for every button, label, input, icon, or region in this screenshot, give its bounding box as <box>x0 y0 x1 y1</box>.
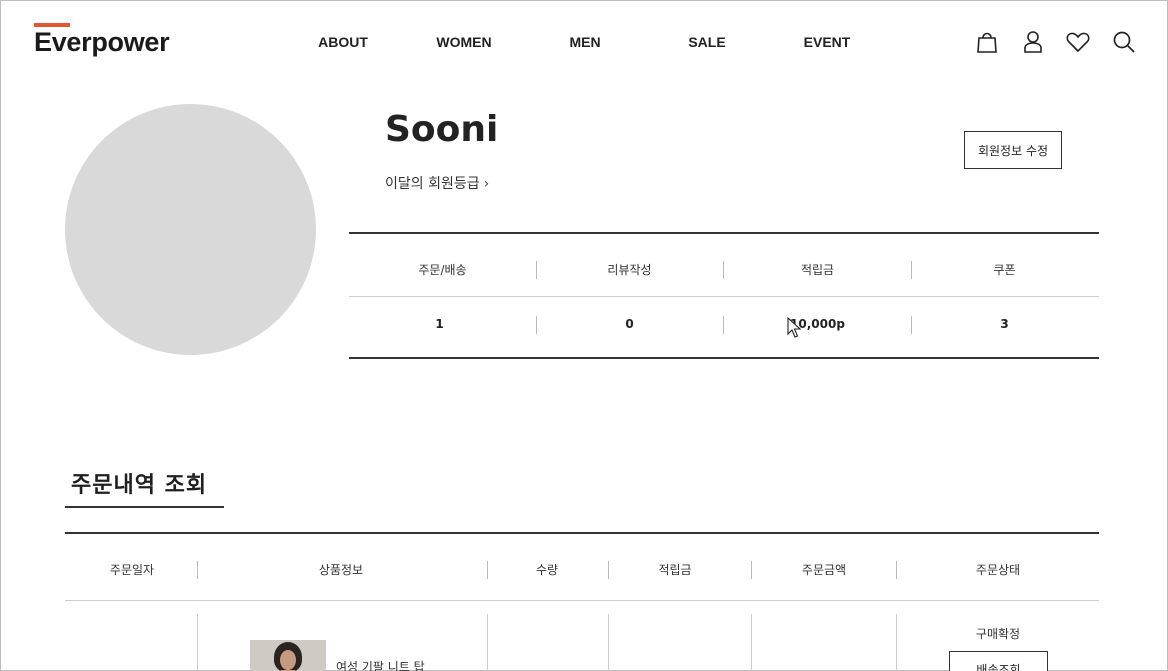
chevron-right-icon: › <box>483 176 490 192</box>
site-logo[interactable]: Everpower <box>34 27 170 58</box>
nav-item-women[interactable]: WOMEN <box>436 34 491 50</box>
member-summary-table: 주문/배송 리뷰작성 적립금 쿠폰 1 0 10,000p 3 <box>349 232 1099 359</box>
summary-header-separator <box>911 261 912 279</box>
summary-value-separator <box>911 316 912 334</box>
summary-value-points[interactable]: 10,000p <box>724 317 911 331</box>
profile-avatar <box>65 104 316 355</box>
order-header-separator <box>608 561 609 579</box>
summary-header-separator <box>536 261 537 279</box>
product-thumbnail[interactable] <box>250 640 326 671</box>
site-header: Everpower ABOUT WOMEN MEN SALE EVENT <box>1 1 1167 83</box>
member-grade-link[interactable]: 이달의 회원등급 › <box>385 173 489 193</box>
nav-item-sale[interactable]: SALE <box>688 34 725 50</box>
thumbnail-face <box>280 650 296 670</box>
user-icon[interactable] <box>1020 29 1046 55</box>
summary-value-coupons[interactable]: 3 <box>911 317 1098 331</box>
order-cell-divider <box>487 614 488 671</box>
order-header-separator <box>751 561 752 579</box>
order-header-product: 상품정보 <box>318 563 364 577</box>
order-header-quantity: 수량 <box>535 563 559 577</box>
nav-item-event[interactable]: EVENT <box>804 34 851 50</box>
order-history-table: 주문일자 상품정보 수량 적립금 주문금액 주문상태 여성 기팔 니트 탑 구매… <box>65 532 1099 671</box>
summary-value-reviews[interactable]: 0 <box>536 317 723 331</box>
order-table-header-row: 주문일자 상품정보 수량 적립금 주문금액 주문상태 <box>65 534 1099 601</box>
order-header-amount: 주문금액 <box>801 563 847 577</box>
summary-value-separator <box>536 316 537 334</box>
order-history-title-underline <box>65 506 224 508</box>
search-icon[interactable] <box>1111 29 1137 55</box>
heart-icon[interactable] <box>1065 29 1091 55</box>
profile-username: Sooni <box>385 109 499 150</box>
order-cell-divider <box>608 614 609 671</box>
summary-header-reviews: 리뷰작성 <box>607 263 652 277</box>
order-header-points: 적립금 <box>658 563 692 577</box>
order-cell-divider <box>896 614 897 671</box>
summary-header-points: 적립금 <box>800 263 835 277</box>
track-delivery-button[interactable]: 배송조회 <box>949 651 1048 671</box>
order-header-separator <box>896 561 897 579</box>
mouse-cursor-icon <box>787 317 801 338</box>
summary-value-orders[interactable]: 1 <box>346 317 533 331</box>
order-header-separator <box>197 561 198 579</box>
summary-header-orders: 주문/배송 <box>418 263 467 277</box>
edit-profile-button[interactable]: 회원정보 수정 <box>964 131 1062 169</box>
summary-value-separator <box>723 316 724 334</box>
summary-header-coupons: 쿠폰 <box>993 263 1016 277</box>
order-header-separator <box>487 561 488 579</box>
order-cell-divider <box>751 614 752 671</box>
order-history-title: 주문내역 조회 <box>71 473 208 498</box>
member-grade-label: 이달의 회원등급 <box>385 176 480 192</box>
order-header-status: 주문상태 <box>975 563 1021 577</box>
summary-header-separator <box>723 261 724 279</box>
order-status: 구매확정 <box>975 627 1021 641</box>
nav-item-men[interactable]: MEN <box>569 34 600 50</box>
summary-row-divider <box>349 296 1099 297</box>
shopping-bag-icon[interactable] <box>974 29 1000 55</box>
product-name-link[interactable]: 여성 기팔 니트 탑 <box>336 658 425 671</box>
order-cell-divider <box>197 614 198 671</box>
order-header-date: 주문일자 <box>109 563 155 577</box>
nav-item-about[interactable]: ABOUT <box>318 34 368 50</box>
